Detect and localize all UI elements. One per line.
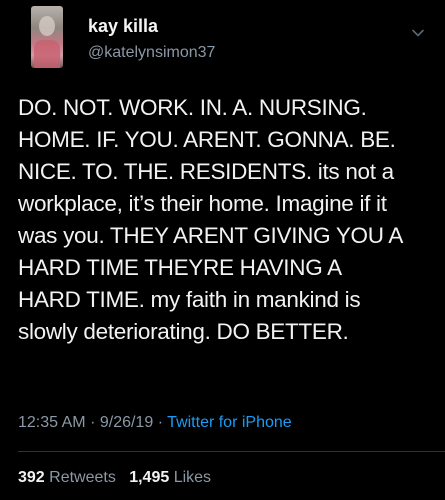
retweets-count: 392 [18, 469, 45, 486]
avatar-shirt [34, 40, 60, 68]
likes-stat[interactable]: 1,495 Likes [129, 469, 211, 486]
tweet-text: DO. NOT. WORK. IN. A. NURSING. HOME. IF.… [18, 95, 404, 344]
chevron-down-icon[interactable] [411, 26, 425, 40]
tweet-card[interactable]: kay killa @katelynsimon37 DO. NOT. WORK.… [0, 0, 445, 500]
tweet-header: kay killa @katelynsimon37 [31, 6, 431, 70]
tweet-source-link[interactable]: Twitter for iPhone [167, 414, 292, 431]
retweets-label: Retweets [49, 469, 116, 486]
tweet-meta: 12:35 AM · 9/26/19 · Twitter for iPhone [18, 414, 292, 432]
likes-label: Likes [173, 469, 212, 486]
user-handle[interactable]: @katelynsimon37 [88, 44, 215, 62]
tweet-date[interactable]: 9/26/19 [100, 414, 153, 431]
likes-count: 1,495 [129, 469, 170, 486]
meta-separator: · [90, 414, 96, 431]
avatar-face [39, 16, 55, 36]
retweets-stat[interactable]: 392 Retweets [18, 469, 116, 486]
divider [18, 451, 445, 452]
meta-separator: · [157, 414, 164, 431]
avatar[interactable] [31, 6, 63, 68]
display-name[interactable]: kay killa [88, 16, 158, 37]
tweet-time[interactable]: 12:35 AM [18, 414, 86, 431]
tweet-stats: 392 Retweets 1,495 Likes [18, 469, 211, 487]
